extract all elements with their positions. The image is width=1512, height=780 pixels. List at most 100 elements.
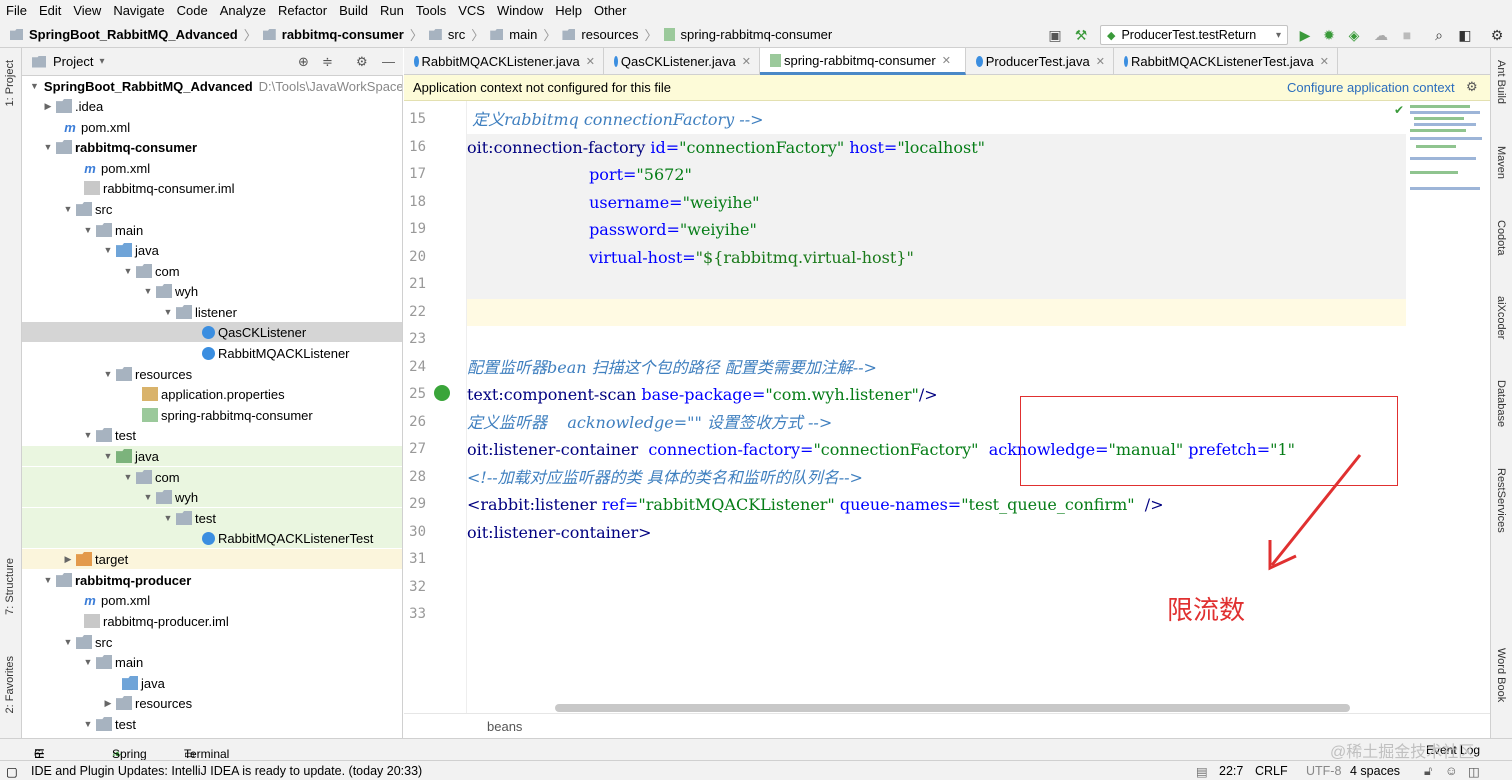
tree-node-test-com[interactable]: ▼ com [22,467,402,487]
coverage-icon[interactable]: ◈ [1345,26,1363,44]
menu-refactor[interactable]: Refactor [272,0,333,22]
gear-icon[interactable]: ⚙ [1466,79,1478,95]
breadcrumb-module[interactable]: rabbitmq-consumer [257,27,410,42]
tree-node-com[interactable]: ▼ com [22,261,402,281]
minimap[interactable]: ✔ [1394,101,1490,713]
menu-other[interactable]: Other [588,0,633,22]
favorites-tool-button[interactable]: 2: Favorites [4,656,16,713]
tree-node-wyh[interactable]: ▼ wyh [22,281,402,301]
menu-window[interactable]: Window [491,0,549,22]
tree-node-producer-main[interactable]: ▼ main [22,652,402,672]
chevron-down-icon[interactable]: ▼ [82,657,94,667]
chevron-down-icon[interactable]: ▼ [142,286,154,296]
tree-node-root[interactable]: ▼ SpringBoot_RabbitMQ_Advanced D:\Tools\Ja… [22,76,402,96]
close-icon[interactable]: ✕ [1320,55,1329,68]
tree-node-producer[interactable]: ▼ rabbitmq-producer [22,570,402,590]
menu-tools[interactable]: Tools [410,0,452,22]
tree-node-target[interactable]: ▶ target [22,549,402,569]
tree-node-main[interactable]: ▼ main [22,220,402,240]
gear-icon[interactable]: ⚙ [356,54,368,70]
chevron-down-icon[interactable]: ▼ [82,225,94,235]
menu-vcs[interactable]: VCS [452,0,491,22]
profile-icon[interactable]: ☁ [1372,26,1390,44]
aixcoder-tool-button[interactable]: aiXcoder [1495,296,1507,339]
breadcrumb-project[interactable]: SpringBoot_RabbitMQ_Advanced [0,27,244,42]
database-tool-button[interactable]: Database [1495,380,1507,427]
chevron-down-icon[interactable]: ▼ [162,513,174,523]
codota-tool-button[interactable]: Codota [1495,220,1507,255]
run-icon[interactable]: ▶ [1296,26,1314,44]
breadcrumb-file[interactable]: spring-rabbitmq-consumer [658,27,839,42]
menu-navigate[interactable]: Navigate [107,0,170,22]
tree-node-producer-resources[interactable]: ▶ resources [22,693,402,713]
close-icon[interactable]: ✕ [942,54,951,67]
tab-spring-rabbitmq-consumer[interactable]: spring-rabbitmq-consumer ✕ [760,48,966,75]
collapse-icon[interactable]: ≑ [322,54,333,70]
project-tool-button[interactable]: 1: Project [4,60,16,106]
project-view-selector[interactable]: Project [53,54,93,69]
menu-code[interactable]: Code [171,0,214,22]
hide-icon[interactable]: — [382,54,395,69]
menu-analyze[interactable]: Analyze [214,0,272,22]
file-encoding[interactable]: UTF-8 [1306,764,1341,778]
maven-tool-button[interactable]: Maven [1495,146,1507,179]
menu-view[interactable]: View [67,0,107,22]
structure-tool-button[interactable]: 7: Structure [4,558,16,615]
project-structure-icon[interactable]: ▣ [1046,26,1064,44]
build-hammer-icon[interactable]: ⚒ [1072,26,1090,44]
tab-producertest[interactable]: ProducerTest.java ✕ [966,48,1114,75]
breadcrumb-resources[interactable]: resources [556,27,644,42]
chevron-right-icon[interactable]: ▶ [102,698,114,709]
bean-gutter-icon[interactable] [434,385,450,401]
chevron-down-icon[interactable]: ▼ [162,307,174,317]
tree-node-producer-iml[interactable]: rabbitmq-producer.iml [22,611,402,631]
chevron-down-icon[interactable]: ▼ [82,719,94,729]
chevron-right-icon[interactable]: ▶ [42,101,54,112]
line-separator[interactable]: CRLF [1255,764,1288,778]
status-toggle-icon[interactable]: ▢ [6,764,18,779]
tree-node-producer-src[interactable]: ▼ src [22,632,402,652]
chevron-down-icon[interactable]: ▼ [62,637,74,647]
chevron-down-icon[interactable]: ▼ [142,492,154,502]
chevron-down-icon[interactable]: ▼ [42,142,54,152]
tree-node-java[interactable]: ▼ java [22,240,402,260]
tree-node-resources[interactable]: ▼ resources [22,364,402,384]
search-icon[interactable]: ⌕ [1430,26,1448,44]
locate-icon[interactable]: ⊕ [298,54,309,70]
menu-file[interactable]: File [0,0,33,22]
tree-node-consumer[interactable]: ▼ rabbitmq-consumer [22,137,402,157]
tree-node-acktest[interactable]: RabbitMQACKListenerTest [22,528,402,548]
ant-build-tool-button[interactable]: Ant Build [1495,60,1507,104]
tree-node-producer-test[interactable]: ▼ test [22,714,402,734]
close-icon[interactable]: ✕ [1096,55,1105,68]
tree-node-listener[interactable]: ▼ listener [22,302,402,322]
breadcrumb-main[interactable]: main [484,27,543,42]
chevron-down-icon[interactable]: ▾ [99,56,104,67]
close-icon[interactable]: ✕ [742,55,751,68]
chevron-down-icon[interactable]: ▼ [122,472,134,482]
status-message[interactable]: IDE and Plugin Updates: IntelliJ IDEA is… [31,764,422,778]
settings-icon[interactable]: ⚙ [1488,26,1506,44]
chevron-down-icon[interactable]: ▼ [42,575,54,585]
chevron-down-icon[interactable]: ▼ [122,266,134,276]
menu-help[interactable]: Help [549,0,588,22]
chevron-down-icon[interactable]: ▼ [62,204,74,214]
breadcrumb-src[interactable]: src [423,27,471,42]
notifications-icon[interactable]: ◫ [1468,764,1480,779]
tree-node-rabbitack[interactable]: RabbitMQACKListener [22,343,402,363]
tree-node-consumer-iml[interactable]: rabbitmq-consumer.iml [22,178,402,198]
tab-qascklistener[interactable]: QasCKListener.java ✕ [604,48,760,75]
tree-node-src[interactable]: ▼ src [22,199,402,219]
tree-node-consumer-pom[interactable]: m pom.xml [22,158,402,178]
tree-node-pom[interactable]: m pom.xml [22,117,402,137]
tree-node-test-java[interactable]: ▼ java [22,446,402,466]
tree-node-test-pkg[interactable]: ▼ test [22,508,402,528]
chevron-down-icon[interactable]: ▼ [102,451,114,461]
horizontal-scrollbar[interactable] [555,704,1350,712]
chevron-down-icon[interactable]: ▼ [102,369,114,379]
chevron-down-icon[interactable]: ▼ [102,245,114,255]
tab-rabbitmqacklistenertest[interactable]: RabbitMQACKListenerTest.java ✕ [1114,48,1338,75]
inspector-icon[interactable]: ☺ [1445,764,1458,778]
caret-position[interactable]: 22:7 [1219,764,1243,778]
tree-node-test[interactable]: ▼ test [22,425,402,445]
